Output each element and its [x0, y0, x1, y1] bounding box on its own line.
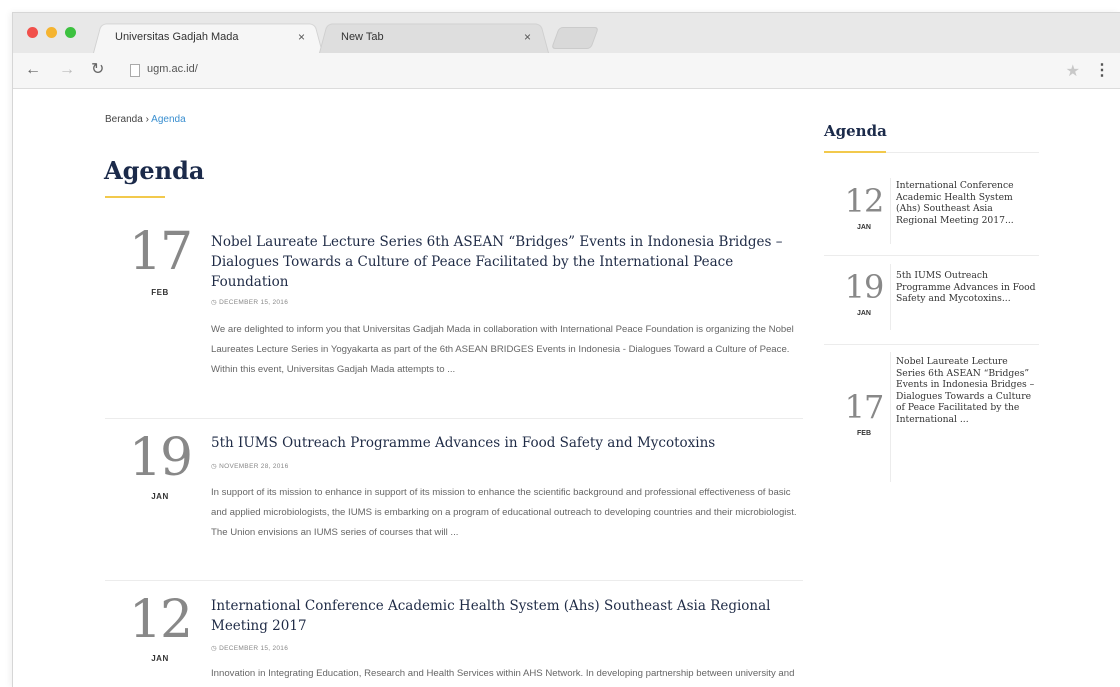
divider — [105, 418, 803, 419]
new-tab-button[interactable] — [550, 27, 600, 49]
browser-window: Universitas Gadjah Mada × New Tab × ← → … — [12, 12, 1120, 687]
sidebar-agenda-item[interactable]: 12 JAN International Conference Academic… — [824, 174, 1039, 246]
sidebar-agenda-item[interactable]: 19 JAN 5th IUMS Outreach Programme Advan… — [824, 260, 1039, 340]
tab-strip: Universitas Gadjah Mada × New Tab × — [13, 13, 1120, 53]
tab-title: Universitas Gadjah Mada — [115, 31, 239, 43]
reload-icon[interactable]: ↻ — [91, 61, 104, 79]
browser-toolbar: ← → ↻ ugm.ac.id/ ★ ⋮ — [13, 53, 1120, 89]
sidebar-agenda-item[interactable]: 17 FEB Nobel Laureate Lecture Series 6th… — [824, 348, 1039, 488]
agenda-day: 12 — [128, 590, 193, 650]
sidebar-item-separator — [890, 178, 891, 244]
agenda-date-text: NOVEMBER 28, 2016 — [219, 463, 289, 470]
agenda-item: 19 JAN 5th IUMS Outreach Programme Advan… — [105, 426, 803, 576]
tab-title: New Tab — [341, 31, 384, 43]
sidebar-agenda-day: 19 — [844, 268, 885, 306]
maximize-window-button[interactable] — [65, 27, 76, 38]
agenda-item: 12 JAN International Conference Academic… — [105, 588, 803, 687]
agenda-date-text: DECEMBER 15, 2016 — [219, 299, 289, 306]
sidebar-agenda-month: JAN — [856, 310, 871, 317]
address-bar[interactable]: ugm.ac.id/ — [147, 63, 198, 75]
clock-icon: ◷ — [211, 299, 217, 306]
star-icon[interactable]: ★ — [1066, 61, 1080, 81]
agenda-excerpt: In support of its mission to enhance in … — [211, 487, 797, 538]
sidebar-agenda-link[interactable]: Nobel Laureate Lecture Series 6th ASEAN … — [896, 356, 1036, 425]
sidebar-title: Agenda — [824, 122, 887, 140]
agenda-date: ◷ DECEMBER 15, 2016 — [211, 298, 288, 306]
sidebar-agenda-month: FEB — [857, 430, 871, 437]
clock-icon: ◷ — [211, 463, 217, 470]
agenda-month: FEB — [151, 288, 169, 297]
sidebar-agenda-day: 12 — [844, 182, 885, 220]
back-icon[interactable]: ← — [25, 61, 41, 79]
sidebar-agenda-link[interactable]: International Conference Academic Health… — [896, 180, 1036, 226]
agenda-month: JAN — [151, 654, 169, 663]
agenda-item: 17 FEB Nobel Laureate Lecture Series 6th… — [105, 220, 803, 390]
menu-icon[interactable]: ⋮ — [1094, 60, 1110, 80]
agenda-date: ◷ DECEMBER 15, 2016 — [211, 644, 288, 652]
agenda-excerpt: Innovation in Integrating Education, Res… — [211, 668, 795, 679]
divider — [824, 255, 1039, 256]
tab-new[interactable]: New Tab × — [319, 21, 549, 53]
breadcrumb: Beranda › Agenda — [105, 114, 186, 125]
breadcrumb-home[interactable]: Beranda — [105, 114, 143, 125]
tab-close-icon[interactable]: × — [298, 21, 305, 53]
agenda-title-link[interactable]: 5th IUMS Outreach Programme Advances in … — [211, 433, 791, 453]
divider — [105, 580, 803, 581]
sidebar-item-separator — [890, 352, 891, 482]
tab-close-icon[interactable]: × — [524, 21, 531, 53]
minimize-window-button[interactable] — [46, 27, 57, 38]
agenda-title-link[interactable]: International Conference Academic Health… — [211, 596, 791, 636]
breadcrumb-separator: › — [142, 114, 152, 125]
clock-icon: ◷ — [211, 645, 217, 652]
divider — [824, 344, 1039, 345]
tab-ugm[interactable]: Universitas Gadjah Mada × — [93, 21, 323, 53]
agenda-title-link[interactable]: Nobel Laureate Lecture Series 6th ASEAN … — [211, 232, 791, 292]
breadcrumb-current[interactable]: Agenda — [151, 114, 185, 125]
window-controls — [27, 27, 76, 38]
sidebar-agenda-day: 17 — [844, 388, 885, 426]
forward-icon[interactable]: → — [59, 61, 75, 79]
page-title: Agenda — [104, 156, 205, 185]
sidebar-title-underline — [824, 151, 886, 153]
agenda-month: JAN — [151, 492, 169, 501]
sidebar-agenda-month: JAN — [856, 224, 871, 231]
agenda-day: 19 — [128, 428, 193, 488]
agenda-day: 17 — [128, 222, 193, 282]
page-content: Beranda › Agenda Agenda 17 FEB Nobel Lau… — [13, 90, 1120, 687]
agenda-excerpt: We are delighted to inform you that Univ… — [211, 324, 794, 375]
close-window-button[interactable] — [27, 27, 38, 38]
agenda-date-text: DECEMBER 15, 2016 — [219, 645, 289, 652]
agenda-date: ◷ NOVEMBER 28, 2016 — [211, 462, 289, 470]
title-underline — [105, 196, 165, 198]
page-icon — [130, 64, 140, 77]
sidebar-agenda-link[interactable]: 5th IUMS Outreach Programme Advances in … — [896, 270, 1036, 305]
sidebar-item-separator — [890, 264, 891, 330]
